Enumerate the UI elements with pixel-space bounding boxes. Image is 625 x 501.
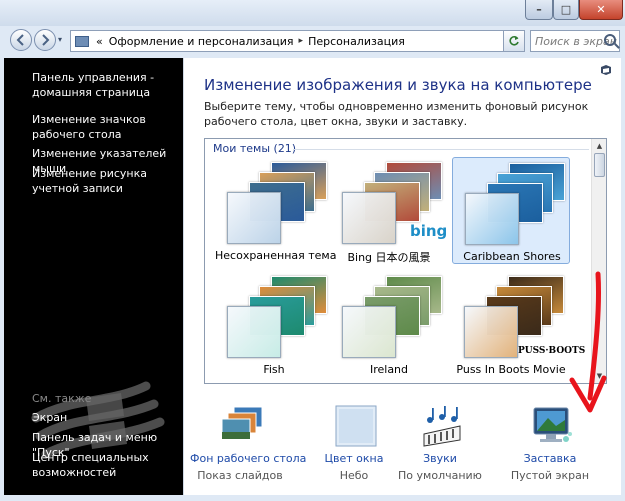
theme-preview: bing <box>338 160 448 244</box>
theme-label: Fish <box>263 363 285 376</box>
address-bar[interactable]: « Оформление и персонализация ▸ Персонал… <box>70 30 525 52</box>
help-icon[interactable] <box>600 64 612 76</box>
sidebar: Панель управления - домашняя страница Из… <box>4 58 183 495</box>
theme-label: Несохраненная тема <box>215 249 337 262</box>
desktop-background-icon <box>221 406 263 440</box>
theme-window-color-swatch <box>464 306 518 358</box>
page-title: Изменение изображения и звука на компьют… <box>204 76 592 94</box>
desktop-background-button[interactable]: Фон рабочего стола Показ слайдов <box>190 398 306 488</box>
desktop-background-label[interactable]: Фон рабочего стола <box>190 452 306 465</box>
theme-preview <box>223 160 333 244</box>
screensaver-label[interactable]: Заставка <box>500 452 600 465</box>
theme-label: Caribbean Shores <box>463 250 561 263</box>
screensaver-value: Пустой экран <box>510 469 590 482</box>
main-panel: Изменение изображения и звука на компьют… <box>183 58 621 495</box>
sidebar-item-ease-of-access[interactable]: Центр специальных возможностей <box>32 450 182 480</box>
sidebar-item-account-picture[interactable]: Изменение рисунка учетной записи <box>32 166 182 196</box>
theme-label: Puss In Boots Movie <box>456 363 566 376</box>
recent-pages-dropdown[interactable]: ▾ <box>58 35 62 44</box>
scroll-up-icon[interactable]: ▲ <box>592 139 606 153</box>
page-description: Выберите тему, чтобы одновременно измени… <box>204 100 589 128</box>
theme-window-color-swatch <box>227 192 281 244</box>
breadcrumb-appearance[interactable]: Оформление и персонализация <box>109 35 294 48</box>
theme-tile[interactable]: bing Bing 日本の風景 <box>330 157 448 264</box>
theme-tile[interactable]: Несохраненная тема <box>215 157 337 264</box>
window-color-icon <box>335 405 377 447</box>
theme-preview <box>338 274 448 358</box>
annotation-arrow-icon <box>569 271 607 413</box>
theme-window-color-swatch <box>227 306 281 358</box>
window-color-label[interactable]: Цвет окна <box>304 452 404 465</box>
theme-window-color-swatch <box>342 192 396 244</box>
window-color-button[interactable]: Цвет окна Небо <box>304 398 404 488</box>
personalization-window: – □ ✕ ▾ « Оформление и персонализация ▸ … <box>0 0 625 501</box>
theme-window-color-swatch <box>342 306 396 358</box>
sounds-value: По умолчанию <box>398 469 482 482</box>
theme-tile[interactable]: Fish <box>215 271 333 378</box>
theme-tile[interactable]: Caribbean Shores <box>452 157 570 264</box>
my-themes-group-label[interactable]: Мои темы (21) <box>213 142 296 155</box>
desktop-background-value: Показ слайдов <box>197 469 283 482</box>
sidebar-item-desktop-icons[interactable]: Изменение значков рабочего стола <box>32 112 182 142</box>
forward-arrow-icon <box>42 34 50 46</box>
folder-icon <box>75 35 89 47</box>
refresh-button[interactable] <box>503 30 525 52</box>
theme-label: Bing 日本の風景 <box>347 251 431 264</box>
theme-window-color-swatch <box>465 193 519 245</box>
sidebar-item-display[interactable]: Экран <box>32 410 182 425</box>
minimize-button[interactable]: – <box>525 0 553 20</box>
theme-tile[interactable]: PUSS·BOOTS Puss In Boots Movie <box>452 271 585 378</box>
theme-label: Ireland <box>369 363 409 376</box>
back-arrow-icon <box>16 34 24 46</box>
forward-button[interactable] <box>34 29 56 51</box>
group-divider <box>293 149 589 150</box>
scrollbar-thumb[interactable] <box>594 153 605 177</box>
maximize-button[interactable]: □ <box>553 0 579 20</box>
search-icon[interactable] <box>604 34 616 46</box>
see-also-heading: См. также <box>32 392 92 405</box>
back-button[interactable] <box>10 29 32 51</box>
title-bar: – □ ✕ <box>0 0 625 26</box>
sounds-label[interactable]: Звуки <box>390 452 490 465</box>
theme-tile[interactable]: Ireland <box>330 271 448 378</box>
theme-preview: PUSS·BOOTS <box>460 274 585 358</box>
sounds-icon <box>423 406 461 447</box>
sounds-button[interactable]: Звуки По умолчанию <box>390 398 490 488</box>
breadcrumb-personalization[interactable]: Персонализация <box>308 35 405 48</box>
close-button[interactable]: ✕ <box>579 0 623 20</box>
theme-logo-badge: bing <box>410 222 448 240</box>
sidebar-home-link[interactable]: Панель управления - домашняя страница <box>32 70 182 100</box>
search-input[interactable]: Поиск в экран <box>530 30 620 52</box>
navigation-bar: ▾ « Оформление и персонализация ▸ Персон… <box>0 26 625 58</box>
theme-preview <box>223 274 333 358</box>
theme-preview <box>461 161 571 245</box>
address-chevron[interactable]: « <box>96 35 103 48</box>
refresh-icon <box>509 36 519 46</box>
window-color-value: Небо <box>339 469 369 482</box>
breadcrumb-separator[interactable]: ▸ <box>299 36 304 46</box>
themes-list[interactable]: Мои темы (21) Несохраненная тема bing Bing… <box>204 138 607 384</box>
